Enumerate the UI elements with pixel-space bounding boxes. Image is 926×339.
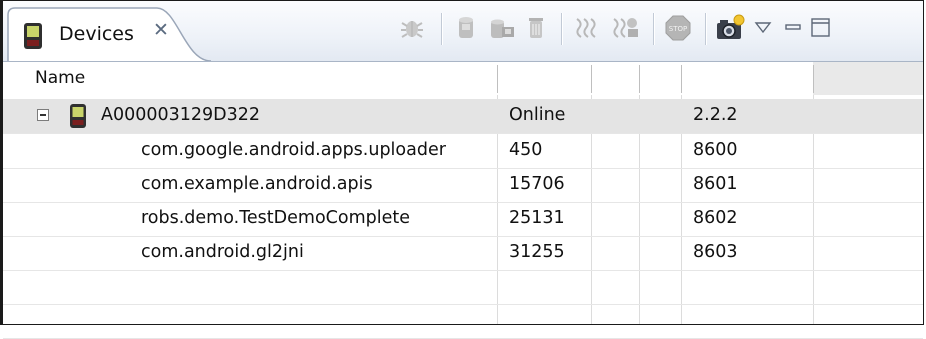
- empty-row: [3, 304, 923, 339]
- device-version: 2.2.2: [693, 105, 738, 125]
- close-icon[interactable]: ✕: [153, 21, 169, 40]
- toolbar-separator: [441, 13, 442, 45]
- device-row[interactable]: A000003129D322 Online 2.2.2: [3, 99, 923, 134]
- column-divider[interactable]: [497, 65, 498, 93]
- android-device-icon: [70, 104, 86, 128]
- tab-label: Devices: [59, 23, 134, 45]
- method-profiling-button[interactable]: [609, 11, 643, 45]
- svg-text:STOP: STOP: [669, 25, 687, 33]
- minimize-icon: [785, 24, 801, 30]
- update-heap-button[interactable]: [449, 11, 483, 45]
- table-row[interactable]: com.android.gl2jni 31255 8603: [3, 236, 923, 271]
- process-pid: 31255: [509, 242, 565, 262]
- tab-devices[interactable]: Devices ✕: [7, 7, 211, 61]
- dump-hprof-button[interactable]: [485, 11, 519, 45]
- table-header: Name: [3, 62, 923, 95]
- column-divider[interactable]: [591, 65, 592, 93]
- view-menu-button[interactable]: [751, 11, 775, 45]
- process-port: 8603: [693, 242, 738, 262]
- table-row[interactable]: com.example.android.apis 15706 8601: [3, 168, 923, 203]
- debug-process-button[interactable]: [395, 11, 429, 45]
- update-threads-button[interactable]: [571, 11, 605, 45]
- cause-gc-button[interactable]: [519, 11, 553, 45]
- header-filler: [813, 62, 923, 95]
- camera-icon: [717, 14, 745, 39]
- stop-process-button[interactable]: STOP: [661, 11, 695, 45]
- column-divider[interactable]: [639, 65, 640, 93]
- column-divider[interactable]: [681, 65, 682, 93]
- column-divider[interactable]: [813, 65, 814, 93]
- threads-icon: [576, 18, 596, 38]
- android-device-icon: [24, 23, 42, 49]
- stop-icon: STOP: [665, 15, 691, 41]
- view-header: Devices ✕ STOP: [3, 1, 923, 62]
- device-serial: A000003129D322: [101, 105, 261, 125]
- method-profiling-icon: [613, 18, 638, 38]
- maximize-button[interactable]: [809, 11, 833, 45]
- table-row[interactable]: robs.demo.TestDemoComplete 25131 8602: [3, 202, 923, 237]
- collapse-toggle-icon[interactable]: [37, 109, 49, 121]
- table-row[interactable]: com.google.android.apps.uploader 450 860…: [3, 134, 923, 169]
- toolbar-separator: [561, 13, 562, 45]
- minimize-button[interactable]: [781, 11, 805, 45]
- device-status: Online: [509, 105, 566, 125]
- bug-icon: [401, 21, 423, 38]
- process-port: 8601: [693, 174, 738, 194]
- hprof-icon: [491, 19, 514, 38]
- trash-icon: [529, 18, 543, 38]
- empty-row: [3, 270, 923, 305]
- process-port: 8600: [693, 140, 738, 160]
- process-pid: 15706: [509, 174, 565, 194]
- process-name: robs.demo.TestDemoComplete: [141, 208, 410, 228]
- devices-table: Name A000003129D322 Online 2.2.2 com.goo…: [3, 62, 923, 339]
- process-name: com.android.gl2jni: [141, 242, 304, 262]
- process-pid: 450: [509, 140, 543, 160]
- toolbar-separator: [705, 13, 706, 45]
- column-header-name[interactable]: Name: [35, 68, 85, 88]
- screen-capture-button[interactable]: [713, 11, 747, 45]
- maximize-icon: [811, 18, 830, 37]
- toolbar-separator: [653, 13, 654, 45]
- process-name: com.example.android.apis: [141, 174, 373, 194]
- devices-view: Devices ✕ STOP Name A000003129D322 Onlin…: [0, 0, 924, 339]
- chevron-down-icon: [754, 22, 772, 34]
- process-port: 8602: [693, 208, 738, 228]
- heap-cylinder-icon: [459, 17, 473, 38]
- process-pid: 25131: [509, 208, 565, 228]
- process-name: com.google.android.apps.uploader: [141, 140, 446, 160]
